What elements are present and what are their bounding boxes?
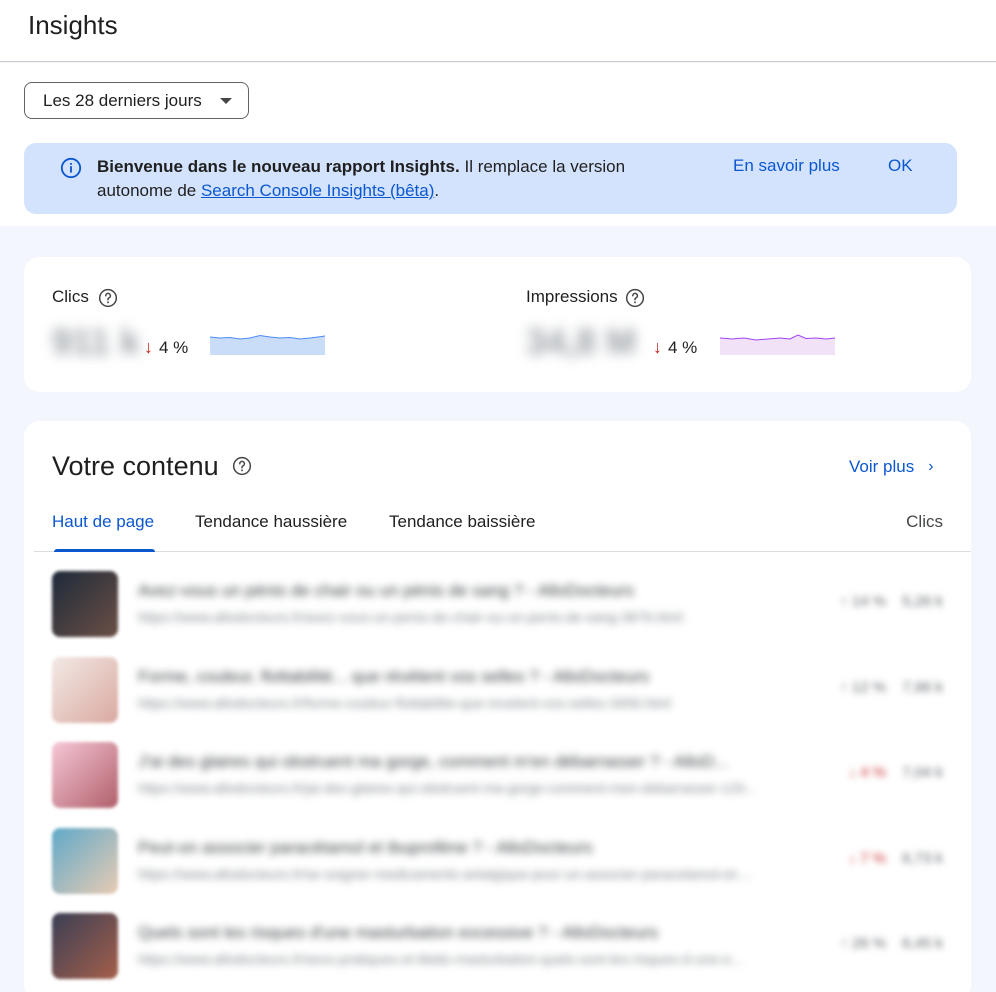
page-change: ↑ 12 %: [840, 679, 887, 696]
page-url: https://www.allodocteurs.fr/forme-couleu…: [138, 695, 671, 711]
page-stats: ↓ 4 % 7,04 k: [849, 764, 943, 781]
page-url: https://www.allodocteurs.fr/sexo-pratiqu…: [138, 951, 743, 967]
page-change: ↓ 4 %: [848, 764, 887, 781]
page-title-text: Forme, couleur, flottabilité... que révè…: [138, 667, 650, 686]
date-range-label: Les 28 derniers jours: [43, 90, 202, 110]
content-row[interactable]: Avez-vous un pénis de chair ou un pénis …: [52, 571, 943, 639]
page-thumbnail: [52, 657, 118, 723]
page-stats: ↑ 12 % 7,96 k: [840, 679, 943, 696]
insights-beta-link[interactable]: Search Console Insights (bêta): [201, 181, 434, 200]
page-clicks: 6,73 k: [902, 850, 943, 867]
page-title-text: Peut-on associer paracétamol et ibuprofè…: [138, 838, 593, 857]
chevron-right-icon: ›: [928, 458, 934, 475]
see-more-link[interactable]: Voir plus ›: [849, 457, 934, 477]
page-header: Insights: [0, 0, 996, 62]
see-more-label: Voir plus: [849, 457, 915, 476]
page-title-text: J'ai des glaires qui obstruent ma gorge,…: [138, 752, 729, 771]
page-thumbnail: [52, 571, 118, 637]
clicks-column-header: Clics: [906, 512, 943, 531]
content-row[interactable]: Peut-on associer paracétamol et ibuprofè…: [52, 828, 943, 896]
clicks-value: 911 k: [52, 321, 141, 362]
page-stats: ↓ 7 % 6,73 k: [849, 850, 943, 867]
page-stats: ↑ 14 % 5,26 k: [840, 593, 943, 610]
impressions-label: Impressions: [526, 287, 618, 306]
ok-button[interactable]: OK: [888, 156, 913, 176]
banner-message: Bienvenue dans le nouveau rapport Insigh…: [97, 155, 657, 203]
welcome-banner: Bienvenue dans le nouveau rapport Insigh…: [24, 143, 957, 214]
tab-trending-down[interactable]: Tendance baissière: [389, 512, 535, 532]
page-title: Insights: [28, 10, 118, 40]
page-stats: ↑ 26 % 6,45 k: [840, 935, 943, 952]
page-title-text: Avez-vous un pénis de chair ou un pénis …: [138, 581, 634, 600]
impressions-delta: ↓ 4 %: [653, 337, 697, 358]
page-clicks: 6,45 k: [902, 935, 943, 952]
help-icon[interactable]: [625, 288, 645, 308]
page-clicks: 7,04 k: [902, 764, 943, 781]
learn-more-button[interactable]: En savoir plus: [733, 156, 840, 176]
content-card: Votre contenu Voir plus › Haut de page T…: [24, 421, 971, 992]
dropdown-caret-icon: [220, 98, 232, 104]
page-title-text: Quels sont les risques d'une masturbatio…: [138, 923, 659, 942]
clicks-delta-value: 4 %: [159, 337, 189, 357]
page-url: https://www.allodocteurs.fr/jai-des-glai…: [138, 780, 757, 796]
content-row[interactable]: Forme, couleur, flottabilité... que révè…: [52, 657, 943, 725]
page-change: ↑ 14 %: [840, 593, 887, 610]
active-tab-indicator: [54, 549, 155, 552]
tab-trending-up[interactable]: Tendance haussière: [195, 512, 347, 532]
metrics-card: Clics 911 k ↓ 4 % Impressions 34,8 M ↓ 4…: [24, 257, 971, 392]
page-change: ↑ 26 %: [840, 935, 887, 952]
help-icon[interactable]: [232, 456, 252, 476]
clicks-metric[interactable]: Clics 911 k ↓ 4 %: [52, 257, 472, 392]
content-title: Votre contenu: [52, 451, 219, 481]
page-thumbnail: [52, 742, 118, 808]
impressions-metric[interactable]: Impressions 34,8 M ↓ 4 %: [526, 257, 946, 392]
date-range-dropdown[interactable]: Les 28 derniers jours: [24, 82, 249, 119]
page-thumbnail: [52, 913, 118, 979]
help-icon[interactable]: [98, 288, 118, 308]
page-clicks: 7,96 k: [902, 679, 943, 696]
clicks-sparkline: [210, 334, 325, 355]
arrow-down-icon: ↓: [144, 337, 153, 357]
page-url: https://www.allodocteurs.fr/se-soigner-m…: [138, 866, 752, 882]
impressions-value: 34,8 M: [526, 321, 637, 362]
info-icon: [60, 157, 82, 179]
impressions-delta-value: 4 %: [668, 337, 698, 357]
content-row[interactable]: Quels sont les risques d'une masturbatio…: [52, 913, 943, 981]
content-tabs: Haut de page Tendance haussière Tendance…: [34, 499, 971, 552]
arrow-down-icon: ↓: [653, 337, 662, 357]
page-thumbnail: [52, 828, 118, 894]
page-change: ↓ 7 %: [848, 850, 887, 867]
content-row[interactable]: J'ai des glaires qui obstruent ma gorge,…: [52, 742, 943, 810]
impressions-sparkline: [720, 334, 835, 355]
clicks-delta: ↓ 4 %: [144, 337, 188, 358]
page-url: https://www.allodocteurs.fr/avez-vous-un…: [138, 609, 683, 625]
tab-top-pages[interactable]: Haut de page: [52, 512, 154, 532]
banner-bold-text: Bienvenue dans le nouveau rapport Insigh…: [97, 157, 460, 176]
banner-trailing: .: [434, 181, 440, 200]
clicks-label: Clics: [52, 287, 89, 306]
page-clicks: 5,26 k: [902, 593, 943, 610]
